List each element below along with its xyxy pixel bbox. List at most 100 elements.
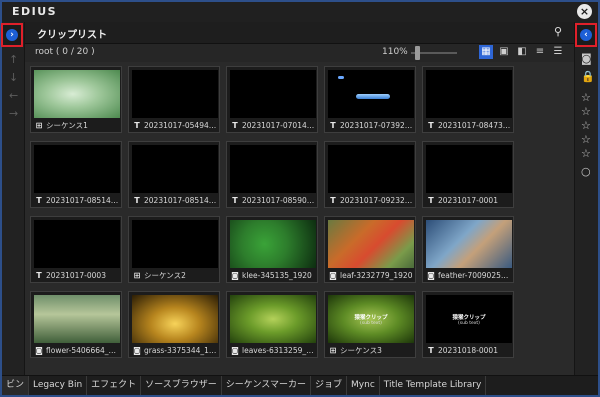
expand-right-button[interactable]: ‹: [575, 23, 597, 47]
clip-label: T 20231017-09232…: [328, 195, 414, 207]
clip-name: feather-7009025_…: [438, 271, 512, 280]
clip-name: klee-345135_1920: [242, 271, 312, 280]
clip-thumbnail: [230, 145, 316, 193]
title-clip-icon: T: [428, 346, 434, 355]
clip-tile[interactable]: T 20231017-0001: [422, 141, 514, 208]
chevron-left-icon: ‹: [580, 29, 592, 41]
clip-tile[interactable]: ◙ leaf-3232779_1920: [324, 216, 416, 283]
clip-tile[interactable]: T 20231017-07392…: [324, 66, 416, 133]
clip-tile[interactable]: ◙ feather-7009025_…: [422, 216, 514, 283]
clip-label: T 20231017-05494…: [132, 120, 218, 132]
camera-icon[interactable]: ◙: [581, 52, 592, 65]
tab-6[interactable]: Mync: [347, 376, 380, 395]
clip-tile[interactable]: ⊞ シーケンス2: [128, 216, 220, 283]
image-clip-icon: ◙: [133, 346, 141, 355]
list-view-icon[interactable]: ≡: [533, 45, 547, 59]
clip-thumbnail: [328, 145, 414, 193]
tab-1[interactable]: Legacy Bin: [29, 376, 88, 395]
clip-thumbnail: [426, 145, 512, 193]
thumb-graphic: [338, 76, 344, 79]
clip-tile[interactable]: T 20231017-08514…: [30, 141, 122, 208]
detail-view-icon[interactable]: ☰: [551, 45, 565, 59]
split-view-icon[interactable]: ◧: [515, 45, 529, 59]
clip-thumbnail: [34, 70, 120, 118]
clip-name: 20231017-08514…: [144, 196, 217, 205]
clip-thumbnail: [34, 220, 120, 268]
clip-thumbnail: [230, 220, 316, 268]
clip-name: flower-5406664_1…: [46, 346, 120, 355]
arrow-forward-icon[interactable]: →: [9, 107, 18, 120]
image-clip-icon: ◙: [427, 271, 435, 280]
right-toolbar: ‹ ◙ 🔒 ☆ ☆ ☆ ☆ ☆ ○: [574, 22, 598, 375]
clip-thumbnail: [132, 220, 218, 268]
clip-tile[interactable]: ◙ grass-3375344_19…: [128, 291, 220, 358]
clip-name: 20231018-0001: [438, 346, 498, 355]
sequence-clip-icon: ⊞: [35, 121, 43, 130]
clip-tile[interactable]: T 20231017-08514…: [128, 141, 220, 208]
clip-name: 20231017-08590…: [242, 196, 315, 205]
clip-tile[interactable]: T 20231017-0003: [30, 216, 122, 283]
clip-tile[interactable]: T 20231017-07014…: [226, 66, 318, 133]
tab-4[interactable]: シーケンスマーカー: [222, 376, 312, 395]
panel-toolbar: root ( 0 / 20 ) 110% ▦ ▣ ◧ ≡ ☰: [25, 44, 574, 62]
clip-tile[interactable]: T 20231017-05494…: [128, 66, 220, 133]
lock-icon[interactable]: 🔒: [581, 70, 595, 83]
clip-thumbnail: 猿猴クリップ (sub text): [426, 295, 512, 343]
chevron-right-icon: ›: [6, 29, 18, 41]
large-view-icon[interactable]: ▣: [497, 45, 511, 59]
tab-2[interactable]: エフェクト: [87, 376, 142, 395]
sequence-clip-icon: ⊞: [329, 346, 337, 355]
star-icon[interactable]: ☆: [581, 105, 591, 118]
clip-tile[interactable]: T 20231017-08473…: [422, 66, 514, 133]
image-clip-icon: ◙: [231, 346, 239, 355]
clip-grid: ⊞ シーケンス1 T 20231017-05494… T 20231017-07014… T…: [25, 62, 574, 375]
star-icon[interactable]: ☆: [581, 91, 591, 104]
clip-name: 20231017-05494…: [144, 121, 217, 130]
clip-tile[interactable]: ◙ flower-5406664_1…: [30, 291, 122, 358]
search-icon[interactable]: ⚲: [554, 25, 562, 38]
clip-label: ◙ leaf-3232779_1920: [328, 270, 414, 282]
clip-name: 20231017-08473…: [438, 121, 511, 130]
close-icon[interactable]: ×: [577, 4, 592, 19]
star-icon[interactable]: ☆: [581, 147, 591, 160]
clip-tile[interactable]: T 20231017-09232…: [324, 141, 416, 208]
clip-tile[interactable]: ◙ klee-345135_1920: [226, 216, 318, 283]
clip-name: シーケンス1: [46, 121, 88, 130]
star-icon[interactable]: ☆: [581, 133, 591, 146]
clip-name: 20231017-08514…: [46, 196, 119, 205]
clip-label: ◙ leaves-6313259_1…: [230, 345, 316, 357]
tab-7[interactable]: Title Template Library: [380, 376, 487, 395]
sequence-clip-icon: ⊞: [133, 271, 141, 280]
clip-name: シーケンス2: [144, 271, 186, 280]
clip-label: ⊞ シーケンス2: [132, 270, 218, 282]
clip-thumbnail: [230, 70, 316, 118]
tab-0[interactable]: ビン: [2, 376, 30, 395]
clip-tile[interactable]: 猿猴クリップ (sub text) T 20231018-0001: [422, 291, 514, 358]
tab-bar: ビン Legacy Bin エフェクト ソースブラウザー シーケンスマーカー ジョブ Myn…: [2, 375, 598, 395]
arrow-back-icon[interactable]: ←: [9, 89, 18, 102]
star-icon[interactable]: ☆: [581, 119, 591, 132]
clip-label: T 20231017-08590…: [230, 195, 316, 207]
clip-name: grass-3375344_19…: [144, 346, 218, 355]
zoom-slider-thumb[interactable]: [415, 46, 421, 60]
tab-3[interactable]: ソースブラウザー: [141, 376, 222, 395]
clip-thumbnail: [132, 295, 218, 343]
tab-5[interactable]: ジョブ: [311, 376, 348, 395]
title-clip-icon: T: [330, 196, 336, 205]
grid-view-icon[interactable]: ▦: [479, 45, 493, 59]
clip-tile[interactable]: T 20231017-08590…: [226, 141, 318, 208]
clip-name: 20231017-07014…: [242, 121, 315, 130]
arrow-down-icon[interactable]: ↓: [9, 71, 18, 84]
clip-label: ◙ flower-5406664_1…: [34, 345, 120, 357]
clip-tile[interactable]: ◙ leaves-6313259_1…: [226, 291, 318, 358]
arrow-up-icon[interactable]: ↑: [9, 53, 18, 66]
clip-tile[interactable]: ⊞ シーケンス1: [30, 66, 122, 133]
clip-thumbnail: [328, 70, 414, 118]
clip-tile[interactable]: 猿猴クリップ (sub text) ⊞ シーケンス3: [324, 291, 416, 358]
image-clip-icon: ◙: [231, 271, 239, 280]
circle-icon[interactable]: ○: [581, 165, 591, 178]
clip-name: leaves-6313259_1…: [242, 346, 316, 355]
panel-header: クリップリスト ⚲: [25, 22, 574, 44]
expand-left-button[interactable]: ›: [1, 23, 23, 47]
clip-label: ◙ grass-3375344_19…: [132, 345, 218, 357]
